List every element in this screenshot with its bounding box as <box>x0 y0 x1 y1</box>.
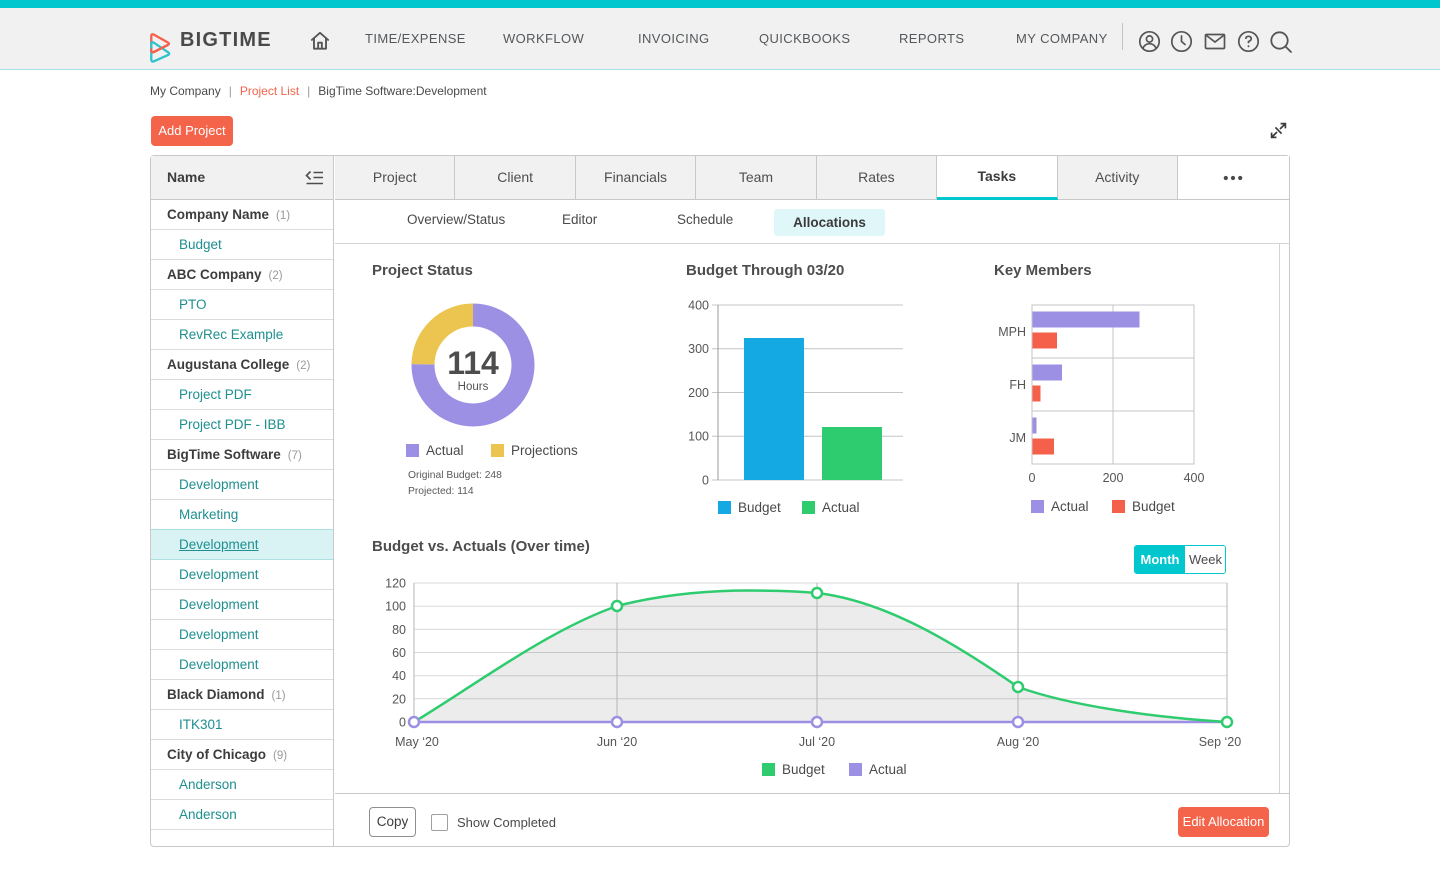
svg-text:400: 400 <box>688 299 709 313</box>
svg-text:40: 40 <box>392 669 406 683</box>
svg-text:60: 60 <box>392 646 406 660</box>
svg-text:20: 20 <box>392 692 406 706</box>
svg-text:100: 100 <box>688 430 709 444</box>
svg-text:400: 400 <box>1184 471 1205 485</box>
svg-text:200: 200 <box>688 386 709 400</box>
svg-text:0: 0 <box>399 716 406 730</box>
svg-text:Jul ‘20: Jul ‘20 <box>799 735 835 749</box>
svg-text:0: 0 <box>1029 471 1036 485</box>
svg-text:300: 300 <box>688 342 709 356</box>
svg-text:FH: FH <box>1009 378 1026 392</box>
svg-text:Aug ‘20: Aug ‘20 <box>997 735 1039 749</box>
svg-text:114: 114 <box>447 345 499 381</box>
svg-text:May ‘20: May ‘20 <box>395 735 439 749</box>
svg-text:0: 0 <box>702 474 709 488</box>
svg-text:80: 80 <box>392 623 406 637</box>
svg-text:MPH: MPH <box>998 325 1026 339</box>
svg-text:200: 200 <box>1103 471 1124 485</box>
svg-text:Jun ‘20: Jun ‘20 <box>597 735 637 749</box>
svg-text:100: 100 <box>385 600 406 614</box>
svg-text:Sep ‘20: Sep ‘20 <box>1199 735 1241 749</box>
svg-text:120: 120 <box>385 577 406 591</box>
svg-text:JM: JM <box>1009 431 1026 445</box>
svg-text:Hours: Hours <box>458 381 489 393</box>
